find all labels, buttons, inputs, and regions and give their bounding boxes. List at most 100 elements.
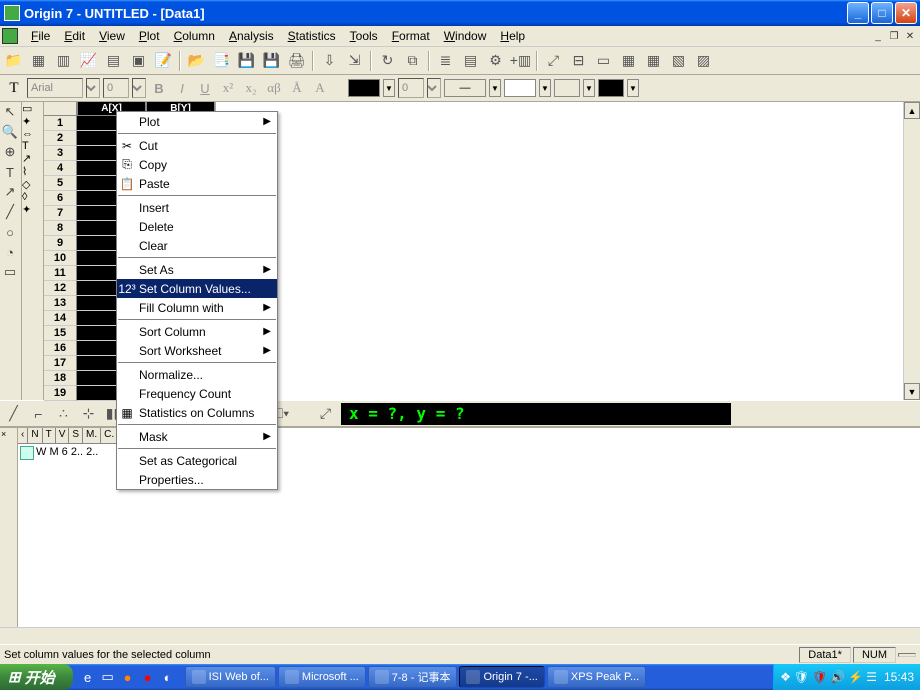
ctx-clear[interactable]: Clear — [117, 236, 277, 255]
ctx-frequency-count[interactable]: Frequency Count — [117, 384, 277, 403]
maximize-button[interactable]: □ — [871, 2, 893, 24]
subscript-button[interactable]: x₂ — [241, 78, 261, 98]
save-template-icon[interactable]: 💾 — [260, 49, 283, 72]
proj-tab-m[interactable]: M. — [83, 428, 101, 443]
ctx-properties[interactable]: Properties... — [117, 470, 277, 489]
ctx-cut[interactable]: ✂Cut — [117, 136, 277, 155]
new-graph-icon[interactable]: 📈 — [77, 49, 100, 72]
line-icon[interactable]: ╱ — [0, 202, 20, 222]
proj-close-icon[interactable]: × — [0, 428, 17, 440]
proj-tab-n[interactable]: N — [28, 428, 42, 443]
text-tool-icon[interactable]: T — [4, 78, 24, 98]
open-icon[interactable]: 📂 — [185, 49, 208, 72]
ctx-mask[interactable]: Mask▶ — [117, 427, 277, 446]
data-reader-icon[interactable]: ✦ — [22, 115, 43, 128]
ctx-plot[interactable]: Plot▶ — [117, 112, 277, 131]
row-number[interactable]: 18 — [44, 371, 77, 386]
duplicate-icon[interactable]: ⧉ — [401, 49, 424, 72]
ws-corner[interactable] — [44, 102, 77, 116]
row-number[interactable]: 13 — [44, 296, 77, 311]
size-dropdown[interactable] — [132, 78, 146, 98]
row-number[interactable]: 6 — [44, 191, 77, 206]
row-number[interactable]: 12 — [44, 281, 77, 296]
ctx-normalize[interactable]: Normalize... — [117, 365, 277, 384]
import-icon[interactable]: ⇲ — [343, 49, 366, 72]
offset-icon[interactable]: ▧ — [667, 49, 690, 72]
polygon-icon[interactable]: ◇ — [22, 178, 43, 191]
ctx-set-column-values[interactable]: 12³Set Column Values... — [117, 279, 277, 298]
row-number[interactable]: 8 — [44, 221, 77, 236]
close-button[interactable]: ✕ — [895, 2, 917, 24]
ctx-delete[interactable]: Delete — [117, 217, 277, 236]
row-number[interactable]: 5 — [44, 176, 77, 191]
data-selector-icon[interactable]: ⇔ — [22, 128, 43, 140]
new-notes-icon[interactable]: 📝 — [152, 49, 175, 72]
circle-icon[interactable]: ◔ — [0, 242, 20, 262]
row-number[interactable]: 11 — [44, 266, 77, 281]
pattern-color-dropdown[interactable]: ▼ — [627, 79, 639, 97]
line-symbol-icon[interactable]: ⊹ — [77, 402, 100, 425]
pattern-color-swatch[interactable] — [598, 79, 624, 97]
menu-view[interactable]: View — [92, 27, 132, 45]
tray-icon-5[interactable]: ⚡ — [848, 670, 863, 684]
bold-button[interactable]: B — [149, 78, 169, 98]
row-number[interactable]: 2 — [44, 131, 77, 146]
screen-reader-icon[interactable]: ▭ — [22, 102, 43, 115]
save-icon[interactable]: 💾 — [235, 49, 258, 72]
ql-app1-icon[interactable]: ● — [119, 668, 137, 686]
import-ascii-icon[interactable]: ⇩ — [318, 49, 341, 72]
greek-button[interactable]: αβ — [264, 78, 284, 98]
row-number[interactable]: 17 — [44, 356, 77, 371]
layer-icon[interactable]: ▭ — [592, 49, 615, 72]
proj-tab-t[interactable]: T — [43, 428, 56, 443]
new-matrix-icon[interactable]: ▤ — [102, 49, 125, 72]
reader-icon[interactable]: ⊕ — [0, 142, 20, 162]
menu-window[interactable]: Window — [437, 27, 494, 45]
freehand-icon[interactable]: ◊ — [22, 191, 43, 203]
lineweight-dropdown[interactable] — [427, 78, 441, 98]
ctx-insert[interactable]: Insert — [117, 198, 277, 217]
text-icon[interactable]: T — [0, 162, 20, 182]
taskbar-button[interactable]: Origin 7 -... — [459, 666, 544, 688]
ctx-fill-column-with[interactable]: Fill Column with▶ — [117, 298, 277, 317]
clock[interactable]: 15:43 — [884, 670, 914, 684]
menu-format[interactable]: Format — [385, 27, 437, 45]
tray-icon-4[interactable]: 🔊 — [830, 670, 845, 684]
scatter-icon[interactable]: ∴ — [52, 402, 75, 425]
tray-icon-1[interactable]: ❖ — [780, 670, 791, 684]
print-icon[interactable]: 🖨 — [285, 49, 308, 72]
ql-ie-icon[interactable]: e — [79, 668, 97, 686]
scroll-down-icon[interactable]: ▼ — [904, 383, 920, 400]
ctx-set-as[interactable]: Set As▶ — [117, 260, 277, 279]
taskbar-button[interactable]: 7-8 - 记事本 — [368, 666, 458, 688]
proj-tab-s[interactable]: S — [69, 428, 83, 443]
row-number[interactable]: 16 — [44, 341, 77, 356]
mdi-minimize[interactable]: _ — [870, 29, 886, 43]
results-log-icon[interactable]: ≣ — [434, 49, 457, 72]
arrange-icon[interactable]: ▦ — [642, 49, 665, 72]
row-number[interactable]: 3 — [44, 146, 77, 161]
refresh-icon[interactable]: ↻ — [376, 49, 399, 72]
mask-icon[interactable]: ↗ — [22, 152, 43, 165]
code-builder-icon[interactable]: ⚙ — [484, 49, 507, 72]
ctx-statistics-on-columns[interactable]: ▦Statistics on Columns — [117, 403, 277, 422]
ql-desktop-icon[interactable]: ▭ — [99, 668, 117, 686]
font-size[interactable] — [103, 78, 129, 98]
new-worksheet-icon[interactable]: ▦ — [27, 49, 50, 72]
ql-app2-icon[interactable]: ● — [139, 668, 157, 686]
proj-file-name[interactable]: W M 6 2.. 2.. — [36, 446, 98, 458]
fill-color-dropdown[interactable]: ▼ — [539, 79, 551, 97]
row-number[interactable]: 7 — [44, 206, 77, 221]
uppercase-button[interactable]: Å — [287, 78, 307, 98]
line-color-swatch[interactable] — [348, 79, 380, 97]
tray-icon-2[interactable]: 🛡 — [794, 670, 809, 684]
menu-file[interactable]: File — [24, 27, 57, 45]
mdi-close[interactable]: ✕ — [902, 29, 918, 43]
rescale-icon[interactable]: ⤢ — [542, 49, 565, 72]
menu-statistics[interactable]: Statistics — [281, 27, 343, 45]
rect-icon[interactable]: ✦ — [22, 203, 43, 216]
line-color-dropdown[interactable]: ▼ — [383, 79, 395, 97]
row-number[interactable]: 14 — [44, 311, 77, 326]
menu-tools[interactable]: Tools — [343, 27, 385, 45]
taskbar-button[interactable]: XPS Peak P... — [547, 666, 646, 688]
